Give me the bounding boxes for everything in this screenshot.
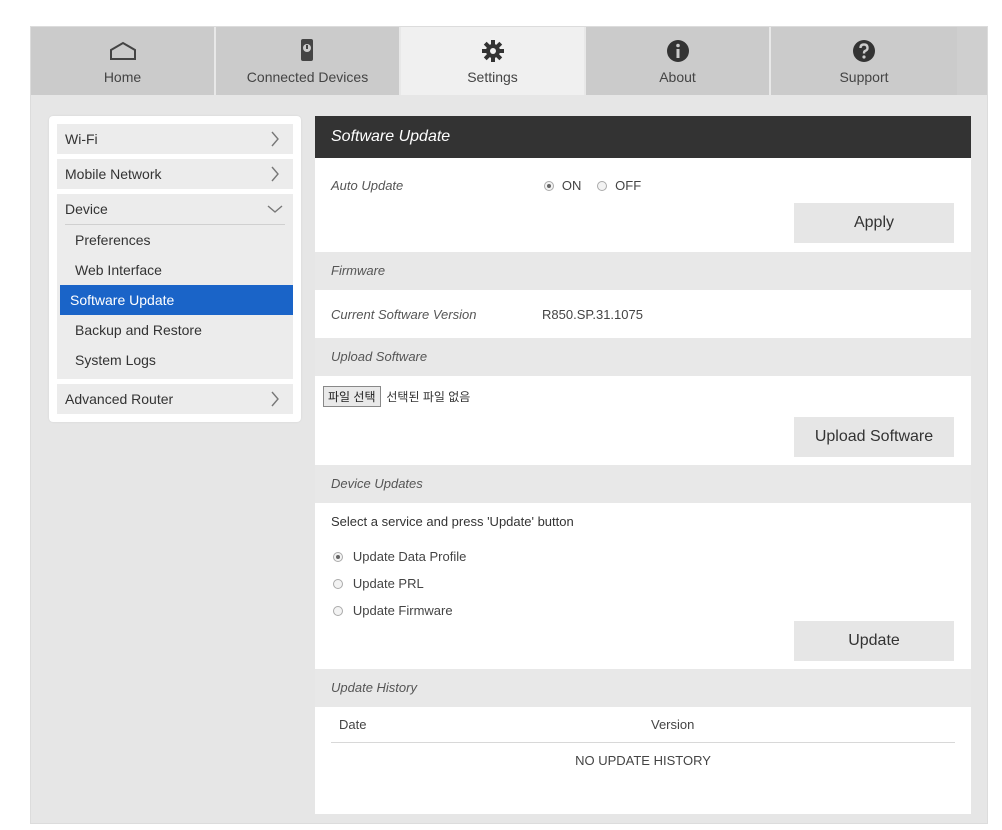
sidebar-subitem-preferences[interactable]: Preferences — [57, 225, 293, 255]
auto-update-off-radio[interactable] — [597, 181, 608, 192]
question-icon — [852, 39, 876, 63]
apply-button[interactable]: Apply — [794, 203, 954, 243]
tab-home-label: Home — [103, 69, 142, 85]
update-firmware-radio[interactable] — [333, 606, 343, 617]
sidebar-subitem-system-logs[interactable]: System Logs — [57, 345, 293, 375]
chevron-right-icon — [267, 166, 283, 182]
update-option-prl[interactable]: Update PRL — [333, 575, 424, 591]
history-column-version: Version — [651, 717, 695, 732]
update-data-profile-radio[interactable] — [333, 552, 343, 563]
auto-update-label: Auto Update — [331, 178, 404, 193]
auto-update-off-label: OFF — [615, 178, 642, 193]
panel-title: Software Update — [315, 116, 971, 158]
current-version-row: Current Software Version R850.SP.31.1075 — [315, 290, 971, 338]
upload-block: 파일 선택 선택된 파일 없음 Upload Software — [315, 376, 971, 465]
sidebar-subitem-backup-restore[interactable]: Backup and Restore — [57, 315, 293, 345]
update-option-label: Update Data Profile — [352, 549, 467, 564]
history-empty-message: NO UPDATE HISTORY — [575, 753, 711, 768]
tab-home[interactable]: Home — [31, 27, 216, 95]
tab-settings-label: Settings — [467, 69, 518, 85]
history-column-date: Date — [339, 717, 367, 732]
file-status-text: 선택된 파일 없음 — [386, 390, 471, 404]
chevron-right-icon — [267, 131, 283, 147]
tab-support-label: Support — [839, 69, 889, 85]
tab-settings[interactable]: Settings — [401, 27, 586, 95]
upload-software-button[interactable]: Upload Software — [794, 417, 954, 457]
chevron-right-icon — [267, 391, 283, 407]
sidebar-item-wifi[interactable]: Wi-Fi — [57, 124, 293, 154]
update-option-label: Update PRL — [352, 576, 424, 591]
update-button[interactable]: Update — [794, 621, 954, 661]
info-icon — [666, 39, 690, 63]
device-updates-block: Select a service and press 'Update' butt… — [315, 503, 971, 669]
tab-about-label: About — [659, 69, 696, 85]
sidebar-item-label: Device — [65, 201, 108, 217]
auto-update-on-label: ON — [561, 178, 582, 193]
gear-icon — [481, 39, 505, 63]
sidebar-item-label: Wi-Fi — [65, 131, 98, 147]
sidebar-subitem-web-interface[interactable]: Web Interface — [57, 255, 293, 285]
sidebar-item-device[interactable]: Device — [57, 194, 293, 224]
update-option-data-profile[interactable]: Update Data Profile — [333, 548, 466, 564]
auto-update-block: Auto Update ON OFF Apply — [315, 158, 971, 252]
tab-support[interactable]: Support — [771, 27, 957, 95]
auto-update-on-radio[interactable] — [544, 181, 554, 192]
tab-connected-devices[interactable]: Connected Devices — [216, 27, 401, 95]
sidebar-item-advanced-router[interactable]: Advanced Router — [57, 384, 293, 414]
file-chooser: 파일 선택 선택된 파일 없음 — [323, 386, 470, 407]
sidebar-group-device: Device Preferences Web Interface Softwar… — [57, 194, 293, 379]
sidebar-subitem-software-update[interactable]: Software Update — [60, 285, 293, 315]
connected-devices-icon — [297, 39, 319, 63]
sidebar-item-label: Advanced Router — [65, 391, 174, 407]
tab-about[interactable]: About — [586, 27, 771, 95]
update-option-firmware[interactable]: Update Firmware — [333, 602, 453, 618]
update-prl-radio[interactable] — [333, 579, 343, 590]
device-updates-instruction: Select a service and press 'Update' butt… — [331, 514, 574, 529]
tab-connected-devices-label: Connected Devices — [246, 69, 369, 85]
section-update-history: Update History — [315, 669, 971, 707]
section-upload-software: Upload Software — [315, 338, 971, 376]
auto-update-radio-group: ON OFF — [544, 177, 641, 193]
choose-file-button[interactable]: 파일 선택 — [323, 386, 381, 407]
update-option-label: Update Firmware — [352, 603, 453, 618]
main-panel: Software Update Auto Update ON OFF Apply… — [315, 116, 971, 814]
top-navigation: Home Connected Devices Settings About Su… — [31, 27, 987, 95]
current-version-label: Current Software Version — [331, 307, 477, 322]
update-history-table: Date Version NO UPDATE HISTORY — [315, 707, 971, 827]
home-icon — [108, 39, 138, 63]
sidebar-item-mobile-network[interactable]: Mobile Network — [57, 159, 293, 189]
section-device-updates: Device Updates — [315, 465, 971, 503]
current-version-value: R850.SP.31.1075 — [542, 307, 643, 322]
chevron-down-icon — [267, 201, 283, 217]
sidebar: Wi-Fi Mobile Network Device Preferences … — [49, 116, 301, 422]
app-frame: Home Connected Devices Settings About Su… — [30, 26, 988, 824]
section-firmware: Firmware — [315, 252, 971, 290]
sidebar-item-label: Mobile Network — [65, 166, 162, 182]
history-header-row: Date Version — [331, 707, 955, 743]
